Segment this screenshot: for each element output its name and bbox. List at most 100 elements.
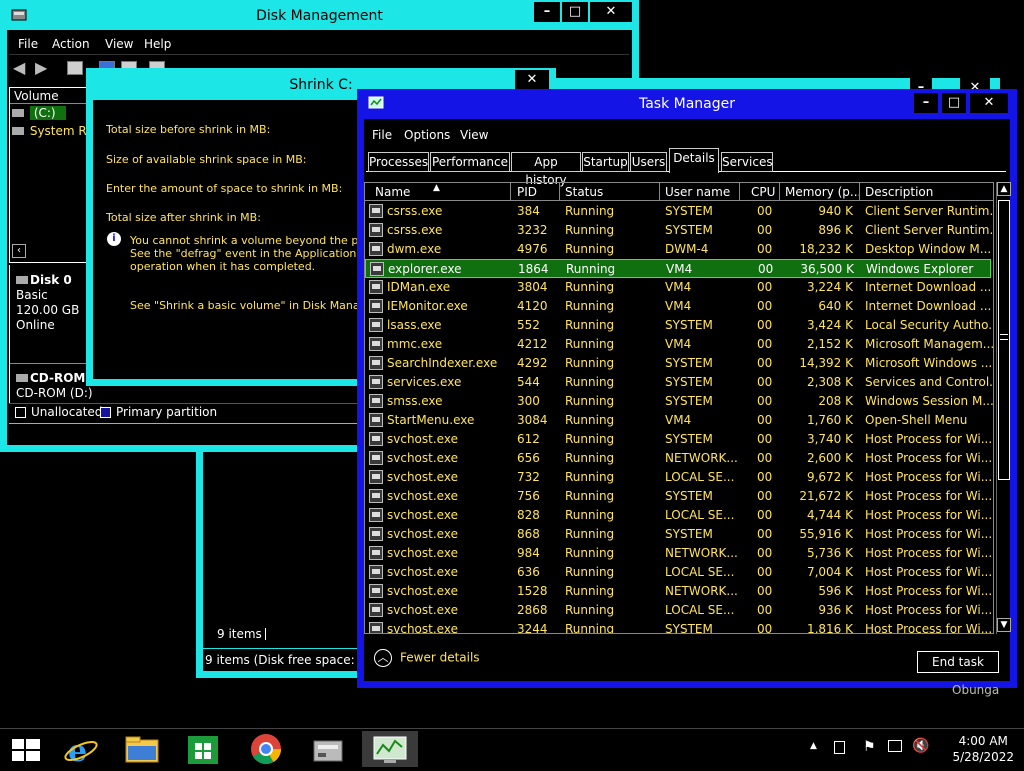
scroll-down-arrow[interactable]: ▼: [997, 618, 1011, 632]
fewer-details-link[interactable]: ︿ Fewer details: [374, 649, 480, 667]
tab-app-history[interactable]: App history: [511, 152, 581, 187]
col-description[interactable]: Description: [865, 185, 933, 199]
table-row[interactable]: dwm.exe 4976 Running DWM-4 00 18,232 K Desktop…: [365, 240, 991, 259]
tab-services[interactable]: Services: [721, 152, 773, 172]
help-link-text[interactable]: See "Shrink a basic volume" in Disk Mana…: [130, 299, 391, 312]
table-row[interactable]: svchost.exe 756 Running SYSTEM 00 21,672 K Hos…: [365, 487, 992, 506]
table-row[interactable]: svchost.exe 636 Running LOCAL SE... 00 7,004 …: [365, 563, 992, 582]
cell-user: SYSTEM: [665, 432, 713, 446]
cell-mem: 3,740 K: [806, 432, 853, 446]
volume-column-header[interactable]: Volume: [14, 89, 59, 103]
table-row[interactable]: svchost.exe 656 Running NETWORK... 00 2,600 K…: [365, 449, 993, 468]
show-hidden-icons[interactable]: ▲: [810, 741, 817, 751]
tm-menu-file[interactable]: File: [372, 128, 392, 142]
hscroll-left-arrow[interactable]: ‹: [12, 244, 26, 258]
disk-management-taskbar-button[interactable]: [300, 731, 356, 767]
menu-view[interactable]: View: [105, 37, 133, 51]
forward-icon[interactable]: ▶: [35, 58, 47, 77]
cell-mem: 18,232 K: [799, 242, 853, 256]
cell-status: Running: [565, 223, 615, 237]
col-name[interactable]: Name: [375, 185, 410, 199]
tab-users[interactable]: Users: [630, 152, 667, 172]
task-manager-taskbar-button[interactable]: [362, 731, 418, 767]
cdrom-block[interactable]: CD-ROM CD-ROM (D:): [16, 371, 93, 401]
tm-menu-view[interactable]: View: [460, 128, 488, 142]
cell-name: svchost.exe: [387, 565, 458, 579]
tm-maximize-button[interactable]: □: [942, 93, 966, 113]
table-row[interactable]: svchost.exe 612 Running SYSTEM 00 3,740 K Host…: [365, 430, 992, 449]
col-status[interactable]: Status: [565, 185, 603, 199]
unallocated-swatch: [15, 407, 26, 418]
table-row[interactable]: explorer.exe 1864 Running VM4 00 36,500 K Wind…: [365, 259, 991, 278]
maximize-button[interactable]: □: [562, 2, 588, 22]
col-pid[interactable]: PID: [517, 185, 537, 199]
cell-status: Running: [565, 375, 615, 389]
internet-explorer-button[interactable]: e: [54, 731, 110, 769]
tm-close-button[interactable]: ✕: [970, 93, 1008, 113]
table-row[interactable]: svchost.exe 2868 Running LOCAL SE... 00 936 K…: [365, 601, 992, 620]
table-row[interactable]: IEMonitor.exe 4120 Running VM4 00 640 K Intern…: [365, 297, 991, 316]
menu-help[interactable]: Help: [144, 37, 171, 51]
disk0-type: Basic: [16, 288, 48, 302]
table-row[interactable]: lsass.exe 552 Running SYSTEM 00 3,424 K Local …: [365, 316, 993, 335]
table-row[interactable]: svchost.exe 3244 Running SYSTEM 00 1,816 K Hos…: [365, 620, 992, 633]
table-row[interactable]: svchost.exe 868 Running SYSTEM 00 55,916 K Hos…: [365, 525, 992, 544]
tab-performance[interactable]: Performance: [430, 152, 510, 172]
action-center-icon[interactable]: [834, 741, 845, 754]
network-icon[interactable]: [888, 740, 902, 752]
table-row[interactable]: svchost.exe 828 Running LOCAL SE... 00 4,744 …: [365, 506, 992, 525]
table-row[interactable]: IDMan.exe 3804 Running VM4 00 3,224 K Internet…: [365, 278, 991, 297]
flag-icon[interactable]: ⚑: [863, 739, 876, 755]
back-icon[interactable]: ◀: [13, 58, 25, 77]
table-row[interactable]: mmc.exe 4212 Running VM4 00 2,152 K Microsoft …: [365, 335, 993, 354]
available-space-label: Size of available shrink space in MB:: [106, 153, 307, 166]
shrink-close-button[interactable]: ✕: [515, 70, 549, 90]
process-icon: [369, 603, 383, 617]
table-row[interactable]: svchost.exe 732 Running LOCAL SE... 00 9,672 …: [365, 468, 992, 487]
table-row[interactable]: SearchIndexer.exe 4292 Running SYSTEM 00 14,3…: [365, 354, 992, 373]
menu-action[interactable]: Action: [52, 37, 90, 51]
task-manager-titlebar[interactable]: Task Manager – □ ✕: [364, 89, 1010, 119]
close-button[interactable]: ✕: [590, 2, 632, 22]
table-row[interactable]: csrss.exe 384 Running SYSTEM 00 940 K Client S…: [365, 202, 993, 221]
cell-cpu: 00: [757, 299, 773, 313]
cell-status: Running: [565, 280, 615, 294]
cell-mem: 2,600 K: [806, 451, 853, 465]
scroll-thumb[interactable]: [998, 200, 1010, 480]
console-tree-icon[interactable]: [67, 61, 83, 75]
minimize-button[interactable]: –: [534, 2, 560, 22]
tab-startup[interactable]: Startup: [582, 152, 629, 172]
details-scrollbar[interactable]: ▲ ▼: [996, 182, 1011, 634]
col-user[interactable]: User name: [665, 185, 730, 199]
table-row[interactable]: svchost.exe 984 Running NETWORK... 00 5,736 K…: [365, 544, 992, 563]
disk-management-titlebar[interactable]: Disk Management – □ ✕: [7, 0, 632, 30]
file-explorer-button[interactable]: [114, 731, 170, 767]
col-memory[interactable]: Memory (p...: [785, 185, 861, 199]
tab-processes[interactable]: Processes: [368, 152, 429, 172]
tm-menu-options[interactable]: Options: [404, 128, 450, 142]
cell-desc: Host Process for Wi...: [865, 451, 993, 465]
sort-ascending-icon: ▲: [433, 183, 440, 193]
tab-details[interactable]: Details: [669, 148, 719, 173]
volume-row-c[interactable]: (C:): [12, 106, 66, 122]
cell-status: Running: [565, 432, 615, 446]
table-row[interactable]: csrss.exe 3232 Running SYSTEM 00 896 K Client …: [365, 221, 993, 240]
cell-pid: 2868: [517, 603, 548, 617]
scroll-up-arrow[interactable]: ▲: [997, 182, 1011, 196]
store-button[interactable]: [175, 731, 231, 767]
menu-file[interactable]: File: [18, 37, 38, 51]
volume-muted-icon[interactable]: 🔇: [912, 738, 929, 754]
table-row[interactable]: svchost.exe 1528 Running NETWORK... 00 596 K H…: [365, 582, 992, 601]
end-task-button[interactable]: End task: [917, 651, 999, 673]
chrome-button[interactable]: [238, 731, 294, 767]
table-row[interactable]: StartMenu.exe 3084 Running VM4 00 1,760 K Open…: [365, 411, 991, 430]
table-row[interactable]: smss.exe 300 Running SYSTEM 00 208 K Windows S…: [365, 392, 993, 411]
task-manager-window[interactable]: Task Manager – □ ✕ File Options View Pro…: [357, 89, 1017, 688]
cell-mem: 596 K: [818, 584, 853, 598]
disk0-block[interactable]: Disk 0 Basic 120.00 GB Online: [16, 273, 79, 333]
col-cpu[interactable]: CPU: [751, 185, 775, 199]
clock[interactable]: 4:00 AM 5/28/2022: [952, 733, 1014, 765]
tm-minimize-button[interactable]: –: [914, 93, 938, 113]
start-button[interactable]: [0, 731, 56, 767]
table-row[interactable]: services.exe 544 Running SYSTEM 00 2,308 K Ser…: [365, 373, 993, 392]
